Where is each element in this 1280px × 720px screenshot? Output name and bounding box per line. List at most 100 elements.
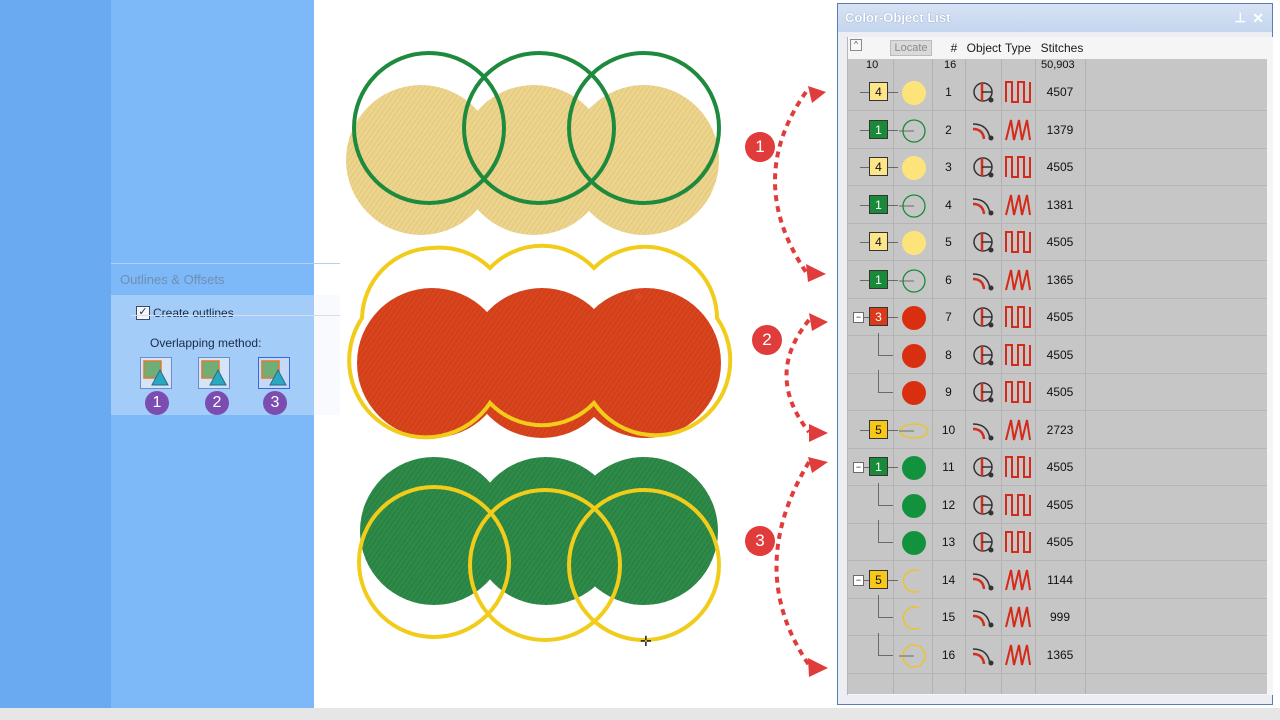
table-row[interactable]: 8 4505 [848, 332, 1267, 374]
summary-stitch-total: 50,903 [1041, 59, 1075, 71]
callout-badge-1: 1 [745, 132, 775, 162]
table-row[interactable]: −3 7 4505 [848, 299, 1267, 336]
color-swatch[interactable]: 4 [869, 232, 888, 251]
color-swatch[interactable]: 1 [869, 269, 888, 289]
complex-fill-object-icon [973, 382, 994, 403]
table-row[interactable]: 12 4505 [848, 482, 1267, 524]
table-row[interactable]: 4 5 4505 [848, 224, 1267, 261]
stitch-count: 4507 [1046, 85, 1074, 99]
fill-stitch-icon [1005, 531, 1031, 553]
tree-line [878, 654, 893, 656]
dialog-body: ✓ Create outlines Overlapping method: 1 … [111, 295, 340, 415]
outlines-offsets-dialog: Outlines & Offsets ✓ Create outlines Ove… [111, 263, 340, 415]
table-row[interactable]: 1 2 1379 [848, 112, 1267, 149]
object-shape-icon [902, 531, 926, 555]
stitch-count: 1379 [1046, 122, 1074, 137]
tree-line [888, 429, 898, 431]
collapse-icon[interactable]: − [853, 312, 864, 323]
complex-fill-object-icon [973, 307, 994, 328]
table-row[interactable]: 4 3 4505 [848, 149, 1267, 186]
object-number: 3 [945, 160, 952, 174]
color-swatch[interactable]: 1 [869, 119, 888, 139]
object-number: 7 [945, 310, 952, 324]
tree-line [878, 617, 893, 618]
fill-stitch-icon [1005, 456, 1031, 478]
color-swatch[interactable]: 5 [869, 569, 888, 589]
fill-stitch-icon [1005, 343, 1031, 366]
overlap-square-triangle-icon [201, 360, 227, 386]
tree-line [878, 370, 879, 392]
fill-stitch-icon [1005, 306, 1031, 328]
color-swatch[interactable]: 1 [869, 194, 888, 214]
method-number-1: 1 [145, 391, 169, 415]
stitch-count: 1365 [1046, 647, 1074, 662]
panel-title: Color-Object List [845, 10, 951, 25]
callout-badge-2: 2 [752, 325, 782, 355]
color-swatch[interactable]: 1 [869, 457, 888, 476]
checkbox-checked-icon[interactable]: ✓ [136, 306, 150, 320]
table-row[interactable]: 5 10 2723 [848, 412, 1267, 449]
complex-fill-object-icon [973, 344, 994, 365]
collapse-icon[interactable]: − [853, 462, 864, 473]
tree-line [888, 129, 898, 131]
object-shape-icon [902, 156, 926, 180]
color-swatch[interactable]: 3 [869, 307, 888, 326]
fill-stitch-icon [1005, 381, 1031, 403]
method-number-3: 3 [263, 391, 287, 415]
table-row[interactable]: 161365 [848, 262, 1267, 299]
complex-fill-object-icon [973, 82, 994, 103]
grid-body: 10 16 50,903 4 1 4507 1 2 1379 4 3 4505 1 4 1381 4 5 4… [848, 59, 1267, 694]
fill-stitch-icon [1005, 231, 1031, 253]
stitch-count: 4505 [1046, 160, 1074, 174]
color-swatch[interactable]: 4 [869, 157, 888, 176]
overlap-method-2-button[interactable] [198, 357, 230, 389]
close-icon[interactable]: ✕ [1252, 4, 1264, 32]
column-header-type[interactable]: Type [1002, 37, 1034, 59]
summary-color-count: 10 [866, 59, 879, 71]
tree-line [878, 595, 879, 617]
tree-line [888, 467, 898, 468]
row3-design: ✛ [357, 457, 721, 650]
object-shape-icon [899, 422, 929, 439]
satin-stitch-icon [1005, 569, 1031, 590]
column-header-object[interactable]: Object [966, 37, 1002, 59]
color-swatch[interactable]: 4 [869, 82, 888, 101]
panel-titlebar[interactable]: Color-Object List ⊥ ✕ [838, 4, 1272, 32]
satin-column-object-icon [972, 272, 994, 290]
object-shape-icon [902, 606, 920, 630]
object-number: 11 [942, 460, 955, 474]
overlap-method-3-button[interactable] [258, 357, 290, 389]
pin-icon[interactable]: ⊥ [1235, 4, 1246, 32]
table-row[interactable]: 15 999 [848, 595, 1267, 636]
column-header-stitches[interactable]: Stitches [1038, 37, 1086, 59]
color-swatch[interactable]: 5 [869, 419, 888, 439]
tree-line [888, 167, 898, 168]
object-number: 8 [945, 347, 952, 362]
table-row[interactable]: 4 1 4507 [848, 74, 1267, 111]
object-number: 10 [941, 422, 956, 437]
create-outlines-checkbox[interactable]: ✓ Create outlines [136, 306, 234, 320]
table-row[interactable]: 1 4 1381 [848, 187, 1267, 224]
satin-column-object-icon [972, 647, 994, 665]
object-shape-icon [902, 343, 926, 368]
object-number: 16 [941, 647, 956, 662]
table-row[interactable]: −1 11 4505 [848, 449, 1267, 486]
object-number: 4 [945, 197, 952, 212]
tree-line [888, 579, 898, 581]
fill-stitch-icon [1005, 156, 1031, 178]
locate-button[interactable]: Locate [890, 40, 932, 56]
collapse-icon[interactable]: − [853, 574, 864, 586]
table-row[interactable]: 9 4505 [848, 370, 1267, 411]
satin-stitch-icon [1005, 119, 1031, 140]
collapse-all-icon[interactable]: ^ [850, 39, 862, 51]
overlap-method-1-button[interactable] [140, 357, 172, 389]
column-header-number[interactable]: # [944, 37, 964, 59]
table-row[interactable]: 16 1365 [848, 632, 1267, 674]
move-cursor-icon: ✛ [640, 634, 652, 650]
left-background [0, 0, 111, 708]
table-row[interactable]: −5 14 1144 [848, 562, 1267, 599]
satin-stitch-icon [1005, 194, 1031, 215]
fill-stitch-icon [1005, 493, 1031, 516]
table-row[interactable]: 13 4505 [848, 520, 1267, 561]
design-canvas[interactable]: ⊕ ✛ 1 2 3 [314, 0, 836, 708]
